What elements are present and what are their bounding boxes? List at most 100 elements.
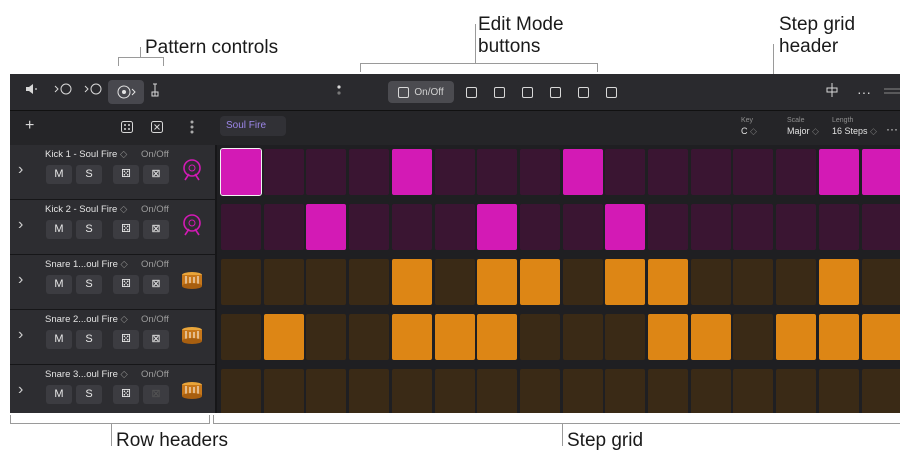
step-cell[interactable] — [776, 314, 816, 360]
step-cell[interactable] — [221, 259, 261, 305]
mute-button[interactable]: M — [46, 220, 72, 239]
step-cell[interactable] — [435, 204, 475, 250]
step-cell[interactable] — [221, 369, 261, 413]
pattern-dice-icon[interactable] — [120, 120, 134, 139]
step-cell[interactable] — [862, 314, 900, 360]
step-cell[interactable] — [520, 369, 560, 413]
drag-handle-icon[interactable] — [335, 82, 343, 102]
pattern-name-field[interactable]: Soul Fire — [220, 116, 286, 136]
edit-mode-button-2[interactable] — [488, 81, 510, 103]
kick-drum-icon[interactable] — [180, 158, 204, 182]
length-control[interactable]: Length 16 Steps ◇ — [832, 116, 877, 137]
step-cell[interactable] — [349, 259, 389, 305]
edit-mode-button-1[interactable] — [460, 81, 482, 103]
step-cell[interactable] — [221, 204, 261, 250]
step-cell[interactable] — [733, 314, 773, 360]
row-dice-icon[interactable]: ⚄ — [113, 165, 139, 184]
edit-mode-button-6[interactable] — [600, 81, 622, 103]
edit-mode-button-5[interactable] — [572, 81, 594, 103]
step-cell[interactable] — [691, 314, 731, 360]
step-cell[interactable] — [776, 204, 816, 250]
step-cell[interactable] — [605, 149, 645, 195]
step-cell[interactable] — [862, 369, 900, 413]
step-cell[interactable] — [349, 369, 389, 413]
step-cell[interactable] — [264, 149, 304, 195]
grid-more-icon[interactable]: ··· — [886, 122, 898, 136]
step-cell[interactable] — [477, 314, 517, 360]
row-header[interactable]: › Kick 2 - Soul Fire ◇ On/Off M S ⚄ ⊠ — [10, 200, 215, 255]
solo-button[interactable]: S — [76, 165, 102, 184]
step-cell[interactable] — [691, 369, 731, 413]
row-dice-icon[interactable]: ⚄ — [113, 385, 139, 404]
step-cell[interactable] — [605, 204, 645, 250]
row-name[interactable]: Snare 1...oul Fire ◇ — [45, 259, 128, 270]
key-control[interactable]: Key C ◇ — [741, 116, 757, 137]
step-cell[interactable] — [819, 259, 859, 305]
metronome-icon[interactable] — [148, 82, 162, 102]
solo-button[interactable]: S — [76, 220, 102, 239]
snare-drum-icon[interactable] — [180, 378, 204, 402]
step-cell[interactable] — [691, 204, 731, 250]
row-clear-icon[interactable]: ⊠ — [143, 165, 169, 184]
scale-control[interactable]: Scale Major ◇ — [787, 116, 819, 137]
step-cell[interactable] — [563, 259, 603, 305]
step-cell[interactable] — [648, 259, 688, 305]
step-cell[interactable] — [392, 314, 432, 360]
step-cell[interactable] — [605, 259, 645, 305]
step-cell[interactable] — [392, 259, 432, 305]
mute-button[interactable]: M — [46, 330, 72, 349]
step-cell[interactable] — [862, 259, 900, 305]
step-cell[interactable] — [819, 314, 859, 360]
step-cell[interactable] — [819, 204, 859, 250]
row-name[interactable]: Kick 1 - Soul Fire ◇ — [45, 149, 127, 160]
step-cell[interactable] — [349, 314, 389, 360]
step-cell[interactable] — [776, 259, 816, 305]
step-cell[interactable] — [435, 149, 475, 195]
row-dice-icon[interactable]: ⚄ — [113, 220, 139, 239]
step-cell[interactable] — [776, 149, 816, 195]
edit-mode-button-0[interactable]: On/Off — [388, 81, 454, 103]
step-cell[interactable] — [862, 149, 900, 195]
kick-drum-icon[interactable] — [180, 213, 204, 237]
step-cell[interactable] — [648, 149, 688, 195]
row-header[interactable]: › Kick 1 - Soul Fire ◇ On/Off M S ⚄ ⊠ — [10, 145, 215, 200]
step-cell[interactable] — [477, 204, 517, 250]
step-cell[interactable] — [605, 314, 645, 360]
mute-button[interactable]: M — [46, 275, 72, 294]
row-name[interactable]: Kick 2 - Soul Fire ◇ — [45, 204, 127, 215]
step-cell[interactable] — [605, 369, 645, 413]
step-cell[interactable] — [349, 204, 389, 250]
chevron-right-icon[interactable]: › — [18, 326, 23, 344]
step-cell[interactable] — [477, 369, 517, 413]
step-cell[interactable] — [392, 149, 432, 195]
step-cell[interactable] — [691, 259, 731, 305]
step-cell[interactable] — [563, 369, 603, 413]
step-cell[interactable] — [648, 314, 688, 360]
step-cell[interactable] — [563, 314, 603, 360]
edit-mode-button-4[interactable] — [544, 81, 566, 103]
row-clear-icon[interactable]: ⊠ — [143, 220, 169, 239]
drum-pattern-icon[interactable] — [108, 80, 144, 104]
pattern-clear-icon[interactable] — [150, 120, 164, 139]
record-icon[interactable] — [52, 82, 74, 102]
solo-button[interactable]: S — [76, 385, 102, 404]
step-cell[interactable] — [306, 149, 346, 195]
step-cell[interactable] — [819, 149, 859, 195]
step-cell[interactable] — [776, 369, 816, 413]
step-cell[interactable] — [819, 369, 859, 413]
row-clear-icon[interactable]: ⊠ — [143, 385, 169, 404]
step-cell[interactable] — [477, 259, 517, 305]
step-cell[interactable] — [691, 149, 731, 195]
row-clear-icon[interactable]: ⊠ — [143, 330, 169, 349]
step-cell[interactable] — [306, 204, 346, 250]
step-cell[interactable] — [733, 259, 773, 305]
step-cell[interactable] — [862, 204, 900, 250]
edit-mode-button-3[interactable] — [516, 81, 538, 103]
step-cell[interactable] — [563, 204, 603, 250]
chevron-right-icon[interactable]: › — [18, 161, 23, 179]
snare-drum-icon[interactable] — [180, 268, 204, 292]
step-cell[interactable] — [435, 314, 475, 360]
row-dice-icon[interactable]: ⚄ — [113, 275, 139, 294]
step-cell[interactable] — [392, 369, 432, 413]
row-header[interactable]: › Snare 2...oul Fire ◇ On/Off M S ⚄ ⊠ — [10, 310, 215, 365]
